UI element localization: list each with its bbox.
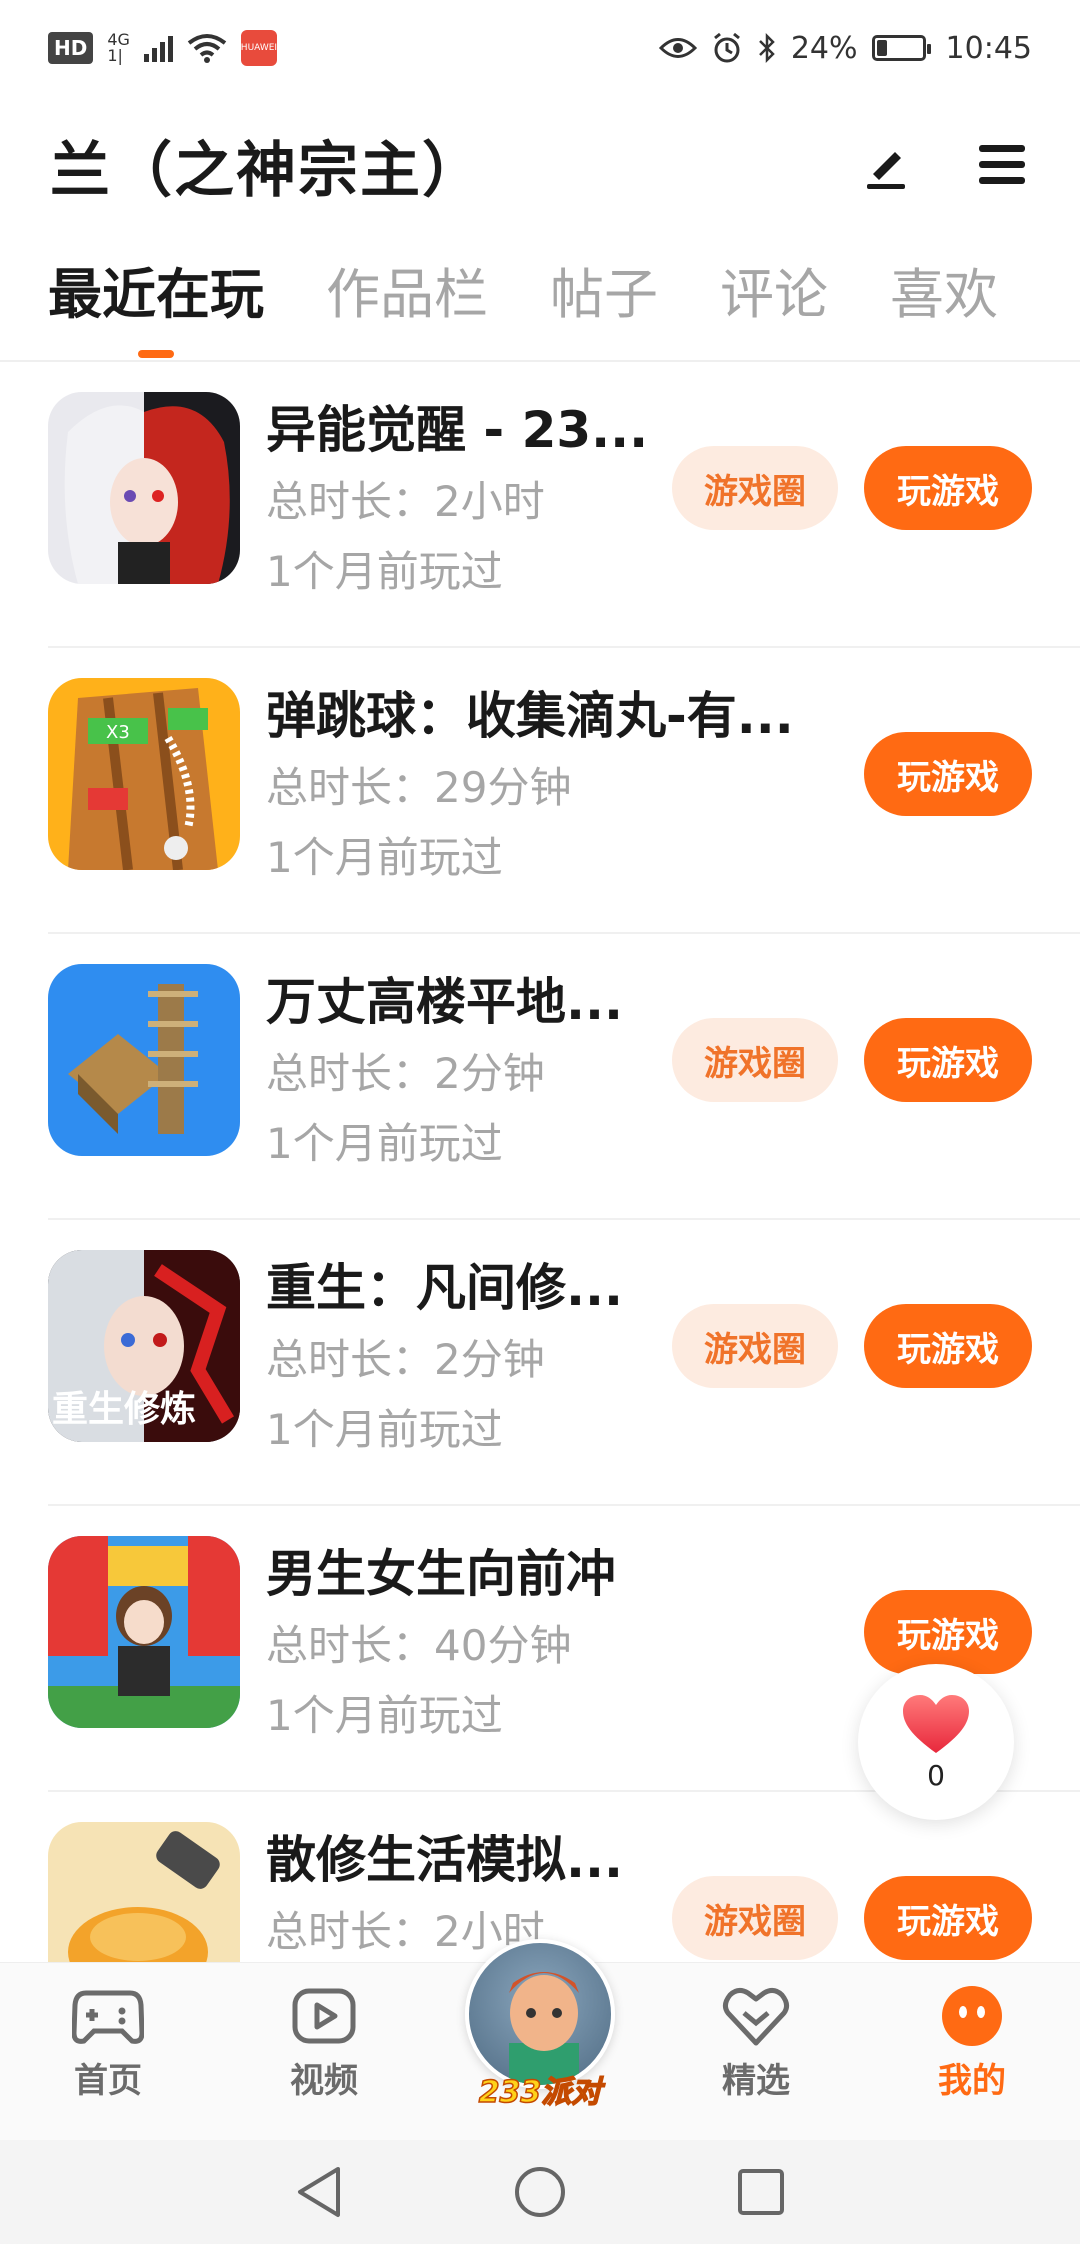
- nav-label-mine: 我的: [938, 2061, 1006, 2101]
- system-navigation-bar: [0, 2140, 1080, 2244]
- back-icon[interactable]: [294, 2165, 344, 2219]
- game-icon[interactable]: [48, 1536, 240, 1728]
- game-row[interactable]: 万丈高楼平地... 总时长：2分钟 1个月前玩过 游戏圈 玩游戏: [0, 934, 1080, 1220]
- game-row[interactable]: X3 弹跳球：收集滴丸-有... 总时长：29分钟 1个月前玩过 玩游戏: [0, 648, 1080, 934]
- nav-label-featured: 精选: [722, 2061, 790, 2101]
- play-game-button[interactable]: 玩游戏: [864, 446, 1032, 530]
- game-duration: 总时长：40分钟: [266, 1621, 572, 1670]
- clock: 10:45: [945, 30, 1032, 66]
- battery-icon: [871, 35, 931, 61]
- status-bar: HD 4G 1| HUAWEI 24% 10:45: [0, 0, 1080, 96]
- play-game-button[interactable]: 玩游戏: [864, 732, 1032, 816]
- game-circle-button[interactable]: 游戏圈: [672, 446, 838, 530]
- game-duration: 总时长：29分钟: [266, 763, 572, 812]
- profile-face-icon: [942, 1986, 1002, 2046]
- game-icon[interactable]: [48, 1822, 240, 1962]
- home-circle-icon[interactable]: [513, 2165, 567, 2219]
- nav-item-home[interactable]: 首页: [0, 1963, 216, 2140]
- nav-item-mine[interactable]: 我的: [864, 1963, 1080, 2140]
- status-bar-left: HD 4G 1| HUAWEI: [48, 30, 277, 66]
- game-last-played: 1个月前玩过: [266, 1691, 503, 1740]
- game-icon-caption: 重生修炼: [52, 1389, 197, 1430]
- game-icon[interactable]: [48, 964, 240, 1156]
- recents-square-icon[interactable]: [736, 2167, 786, 2217]
- tab-comments[interactable]: 评论: [720, 250, 828, 360]
- nav-label-party: 233派对: [478, 2074, 602, 2111]
- game-name: 弹跳球：收集滴丸-有...: [266, 687, 794, 745]
- tab-works[interactable]: 作品栏: [326, 250, 488, 360]
- header-actions: [856, 135, 1032, 195]
- game-circle-button[interactable]: 游戏圈: [672, 1018, 838, 1102]
- network-sub-label: 1|: [107, 46, 123, 65]
- play-game-button[interactable]: 玩游戏: [864, 1304, 1032, 1388]
- edit-pen-icon: [867, 152, 905, 189]
- tab-recently-played[interactable]: 最近在玩: [48, 250, 264, 360]
- game-row[interactable]: 重生修炼 重生：凡间修... 总时长：2分钟 1个月前玩过 游戏圈 玩游戏: [0, 1220, 1080, 1506]
- game-name: 重生：凡间修...: [266, 1259, 623, 1317]
- play-game-button[interactable]: 玩游戏: [864, 1590, 1032, 1674]
- status-bar-right: 24% 10:45: [658, 30, 1032, 66]
- svg-text:X3: X3: [106, 722, 130, 743]
- edit-button[interactable]: [856, 135, 916, 195]
- game-last-played: 1个月前玩过: [266, 833, 503, 882]
- game-circle-button[interactable]: 游戏圈: [672, 1304, 838, 1388]
- game-icon[interactable]: 重生修炼: [48, 1250, 240, 1442]
- game-icon[interactable]: X3: [48, 678, 240, 870]
- signal-icon: [143, 34, 173, 62]
- nav-item-featured[interactable]: 精选: [648, 1963, 864, 2140]
- game-duration: 总时长：2小时: [266, 477, 545, 526]
- nav-item-party[interactable]: 233派对: [432, 1939, 648, 2140]
- game-row[interactable]: 异能觉醒 - 23... 总时长：2小时 1个月前玩过 游戏圈 玩游戏: [0, 362, 1080, 648]
- battery-percent: 24%: [790, 30, 858, 66]
- tab-likes[interactable]: 喜欢: [890, 250, 998, 360]
- heart-icon: [903, 1694, 969, 1753]
- like-count: 0: [927, 1758, 945, 1792]
- hd-badge: HD: [48, 32, 94, 64]
- network-type: 4G 1|: [107, 32, 130, 64]
- game-last-played: 1个月前玩过: [266, 1119, 503, 1168]
- game-duration: 总时长：2分钟: [266, 1049, 545, 1098]
- alarm-icon: [713, 32, 740, 63]
- eye-icon: [658, 38, 697, 58]
- nav-item-video[interactable]: 视频: [216, 1963, 432, 2140]
- game-icon[interactable]: [48, 392, 240, 584]
- game-name: 万丈高楼平地...: [266, 973, 623, 1031]
- heart-diamond-icon: [722, 1987, 790, 2046]
- play-game-button[interactable]: 玩游戏: [864, 1876, 1032, 1960]
- game-circle-button[interactable]: 游戏圈: [672, 1876, 838, 1960]
- nav-label-video: 视频: [290, 2061, 358, 2101]
- game-last-played: 1个月前玩过: [266, 547, 503, 596]
- wifi-icon: [187, 34, 227, 63]
- game-name: 男生女生向前冲: [266, 1545, 616, 1603]
- menu-button[interactable]: [972, 135, 1032, 195]
- game-last-played: 1个月前玩过: [266, 1405, 503, 1454]
- play-game-button[interactable]: 玩游戏: [864, 1018, 1032, 1102]
- bluetooth-icon: [758, 32, 775, 64]
- game-name: 散修生活模拟...: [266, 1831, 623, 1889]
- profile-tabs: 最近在玩 作品栏 帖子 评论 喜欢: [0, 250, 1080, 360]
- bottom-navigation: 首页 视频 233派对 精选 我的: [0, 1939, 1080, 2140]
- tab-posts[interactable]: 帖子: [550, 250, 658, 360]
- floating-like-button[interactable]: 0: [858, 1664, 1014, 1820]
- profile-header: 兰（之神宗主）: [0, 110, 1080, 220]
- huawei-app-icon: HUAWEI: [241, 30, 277, 66]
- game-duration: 总时长：2分钟: [266, 1335, 545, 1384]
- game-name: 异能觉醒 - 23...: [266, 401, 649, 459]
- gamepad-icon: [72, 1990, 144, 2044]
- nav-label-home: 首页: [74, 2061, 142, 2101]
- video-play-icon: [292, 1988, 356, 2044]
- page-title: 兰（之神宗主）: [50, 135, 484, 206]
- hamburger-menu-icon: [979, 145, 1025, 184]
